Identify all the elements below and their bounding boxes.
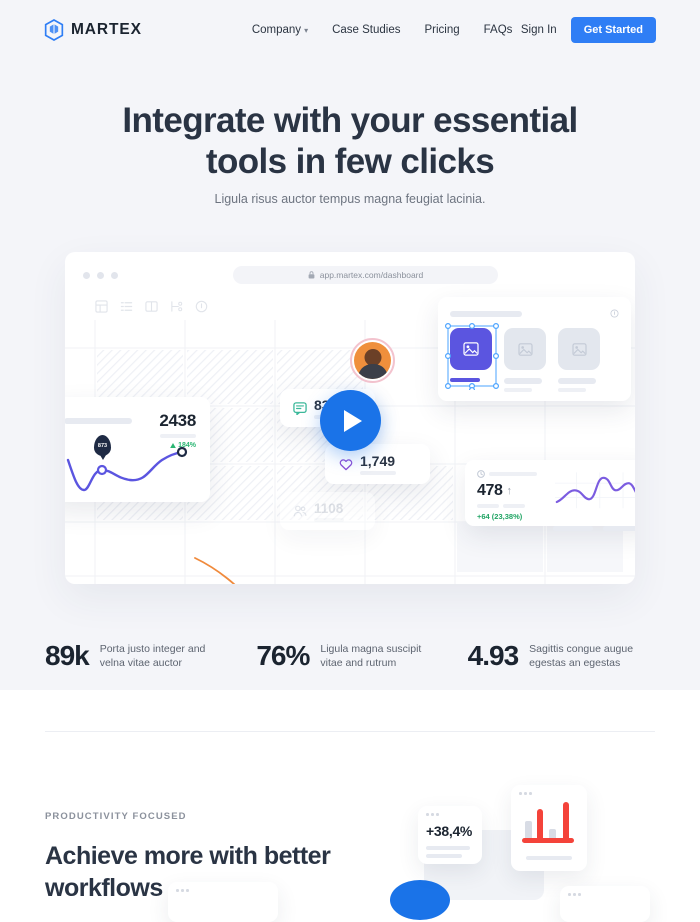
gallery-thumb-2[interactable] <box>504 328 546 370</box>
top-navbar: MARTEX Company ▾ Case Studies Pricing FAQ… <box>0 0 700 60</box>
purple-ph-b <box>503 504 525 508</box>
stat-text-1: Porta justo integer and velna vitae auct… <box>99 643 206 669</box>
trend-sparkline <box>66 446 188 492</box>
window-maximize-dot <box>111 271 118 279</box>
lower-mini-card-3 <box>168 882 278 922</box>
flow-icon[interactable] <box>170 300 183 313</box>
purple-delta: +64 (23,38%) <box>477 512 523 521</box>
bar-chart-figure <box>522 801 574 843</box>
trend-card: 2438 184% 873 <box>65 397 210 502</box>
likes-card: 1,749 <box>325 444 430 484</box>
window-controls <box>83 271 118 279</box>
gallery-card <box>438 297 631 401</box>
brand-name: MARTEX <box>71 21 142 38</box>
purple-ph-a <box>477 504 499 508</box>
brand-logo[interactable]: MARTEX <box>44 19 142 41</box>
bar-chart-card-dots <box>519 792 579 795</box>
purple-value: 478 <box>477 482 503 499</box>
clock-icon <box>477 470 485 478</box>
page-title-line-2: tools in few clicks <box>205 142 495 181</box>
table-icon[interactable] <box>95 300 108 313</box>
window-close-dot <box>83 271 90 279</box>
image-icon <box>571 342 587 356</box>
stat-item-2: 76% Ligula magna suscipit vitae and rutr… <box>256 640 443 672</box>
nav-item-case-studies[interactable]: Case Studies <box>332 24 400 36</box>
purple-sparkline <box>555 472 635 509</box>
selection-handles[interactable] <box>444 322 500 390</box>
stat-value-2: 76% <box>256 640 310 671</box>
gallery-caption-3a <box>558 378 596 384</box>
info-icon[interactable] <box>195 300 208 313</box>
nav-links: Company ▾ Case Studies Pricing FAQs <box>252 24 513 36</box>
image-icon <box>517 342 533 356</box>
stat-value-3: 4.93 <box>467 640 519 671</box>
avatar-image <box>354 342 391 379</box>
users-card: 1108 <box>280 492 375 530</box>
stat-text-2: Ligula magna suscipit vitae and rutrum <box>320 643 422 669</box>
bar-chart-card <box>511 785 587 871</box>
likes-sub-placeholder <box>360 471 396 475</box>
trend-value: 2438 <box>159 411 196 430</box>
gallery-thumb-3[interactable] <box>558 328 600 370</box>
purple-footer-b <box>603 526 635 531</box>
list-icon[interactable] <box>120 300 133 313</box>
nav-item-pricing[interactable]: Pricing <box>424 24 459 36</box>
purple-title-placeholder <box>489 472 537 476</box>
percent-card-ph-a <box>426 845 470 850</box>
users-sub-placeholder <box>314 517 344 522</box>
play-video-button[interactable] <box>320 390 381 451</box>
trend-sub-placeholder <box>160 434 196 438</box>
columns-icon[interactable] <box>145 300 158 313</box>
trend-title-placeholder <box>65 418 132 424</box>
info-icon[interactable] <box>610 309 619 318</box>
gallery-caption-2a <box>504 378 542 384</box>
url-text: app.martex.com/dashboard <box>319 270 424 280</box>
purple-arrow-icon: ↑ <box>506 485 513 497</box>
page-subtitle: Ligula risus auctor tempus magna feugiat… <box>214 192 486 206</box>
lower-mini-card-4 <box>560 886 650 922</box>
percent-card-ph-b <box>426 853 462 858</box>
gallery-title-placeholder <box>450 310 522 317</box>
page-title-line-1: Integrate with your essential <box>122 101 578 140</box>
percent-card: +38,4% <box>418 806 482 864</box>
url-bar[interactable]: app.martex.com/dashboard <box>233 266 498 284</box>
lower-mini-card-3-dots <box>176 889 270 892</box>
sign-in-link[interactable]: Sign In <box>521 24 557 36</box>
section-eyebrow: PRODUCTIVITY FOCUSED <box>45 811 187 822</box>
nav-item-faqs[interactable]: FAQs <box>484 24 513 36</box>
chevron-down-icon: ▾ <box>304 26 309 35</box>
stat-text-3: Sagittis congue augue egestas an egestas <box>529 643 634 669</box>
nav-actions: Sign In Get Started <box>521 17 656 43</box>
chat-icon <box>293 401 307 415</box>
percent-card-dots <box>426 813 474 816</box>
lower-blob-blue <box>390 880 450 920</box>
stat-value-1: 89k <box>45 640 90 671</box>
heart-icon <box>339 458 353 470</box>
browser-chrome: app.martex.com/dashboard <box>65 252 635 298</box>
gallery-caption-2b <box>504 388 532 392</box>
hexagon-cube-icon <box>44 19 64 41</box>
window-minimize-dot <box>97 271 104 279</box>
stat-item-1: 89k Porta justo integer and velna vitae … <box>45 640 232 672</box>
avatar-body <box>357 364 388 379</box>
gallery-caption-3b <box>558 388 586 392</box>
avatar[interactable] <box>350 338 395 383</box>
users-value: 1108 <box>314 500 344 516</box>
get-started-button[interactable]: Get Started <box>570 17 656 43</box>
play-icon <box>343 409 362 432</box>
lock-icon <box>308 271 315 279</box>
nav-item-company[interactable]: Company ▾ <box>252 24 308 36</box>
section-divider <box>45 731 655 732</box>
purple-footer-a <box>553 526 593 531</box>
bar-chart-card-ph <box>526 855 572 860</box>
percent-card-value: +38,4% <box>426 822 473 839</box>
lower-mini-card-4-dots <box>568 893 642 896</box>
nav-item-company-label: Company <box>251 24 302 36</box>
stat-item-3: 4.93 Sagittis congue augue egestas an eg… <box>468 640 655 672</box>
users-icon <box>293 505 307 517</box>
purple-metric-card: 478 ↑ +64 (23,38%) <box>465 460 635 531</box>
likes-value: 1,749 <box>360 453 396 469</box>
page-title: Integrate with your essential tools in f… <box>0 100 700 182</box>
stats-row: 89k Porta justo integer and velna vitae … <box>45 640 655 672</box>
